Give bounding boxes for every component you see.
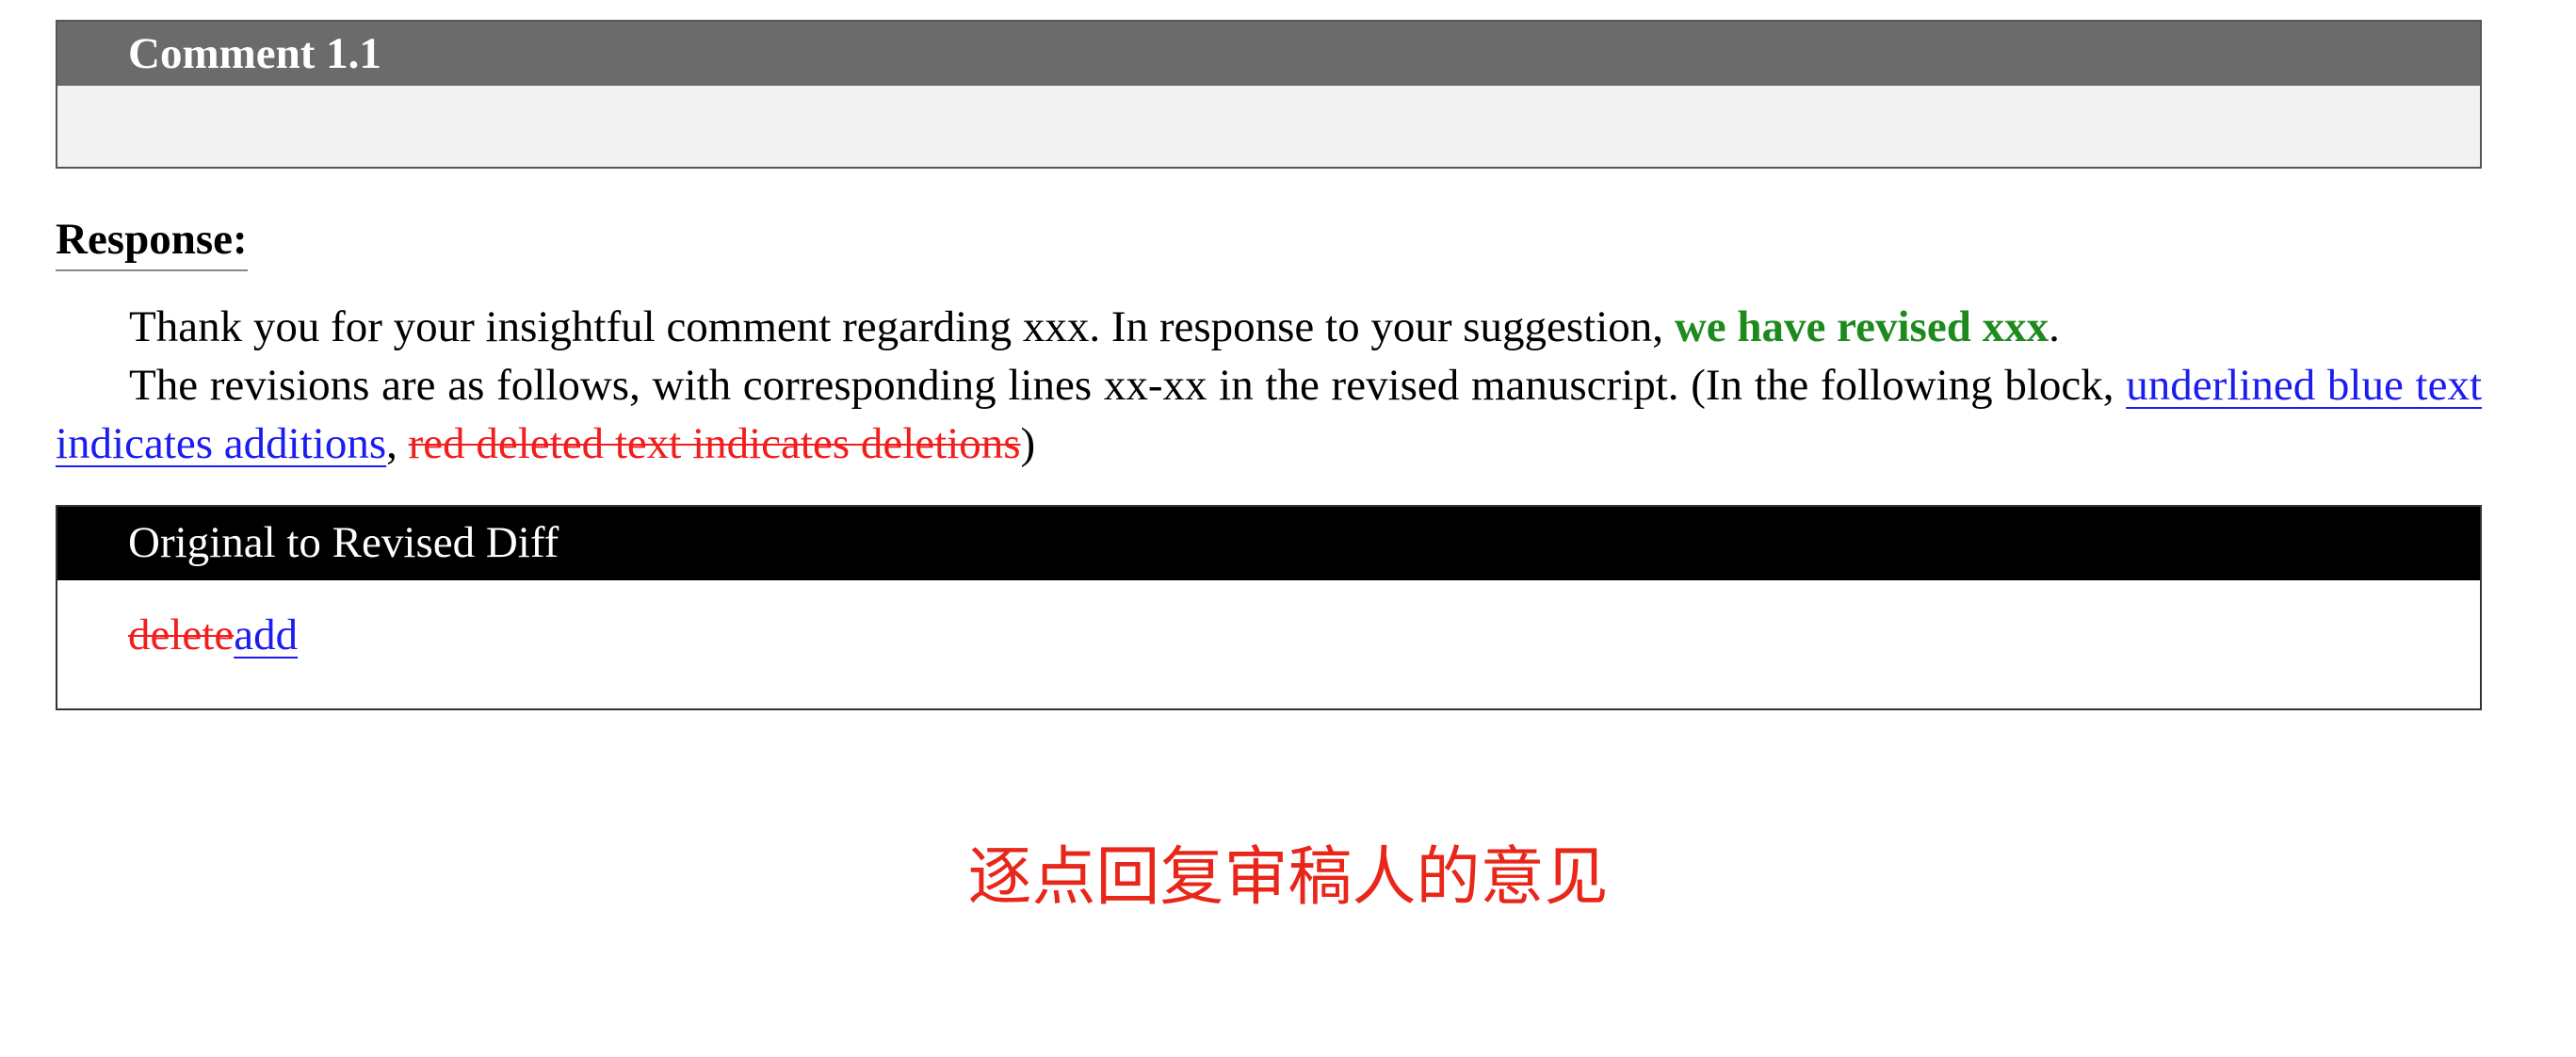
diff-added-text: add (234, 610, 299, 659)
response-text: Thank you for your insightful comment re… (56, 298, 2482, 473)
comment-box: Comment 1.1 (56, 20, 2482, 169)
response-paragraph-1: Thank you for your insightful comment re… (56, 298, 2482, 356)
diff-deleted-text: delete (128, 610, 235, 659)
diff-body: deleteadd (57, 580, 2480, 661)
response-line1-prefix: Thank you for your insightful comment re… (129, 302, 1675, 351)
revision-highlight: we have revised xxx (1674, 302, 2049, 351)
diff-title: Original to Revised Diff (57, 507, 2480, 580)
response-paragraph-2: The revisions are as follows, with corre… (56, 356, 2482, 473)
caption: 逐点回复审稿人的意见 (967, 840, 1609, 915)
diff-box: Original to Revised Diff deleteadd (56, 505, 2482, 710)
comment-title: Comment 1.1 (57, 22, 2480, 86)
response-line2-prefix: The revisions are as follows, with corre… (129, 361, 2127, 410)
comment-body (57, 86, 2480, 167)
response-label: Response: (56, 213, 248, 271)
response-line2-suffix: ) (1020, 419, 1036, 468)
response-line1-suffix: . (2049, 302, 2060, 351)
legend-separator: , (386, 419, 409, 468)
deletion-legend: red deleted text indicates deletions (408, 419, 1021, 468)
